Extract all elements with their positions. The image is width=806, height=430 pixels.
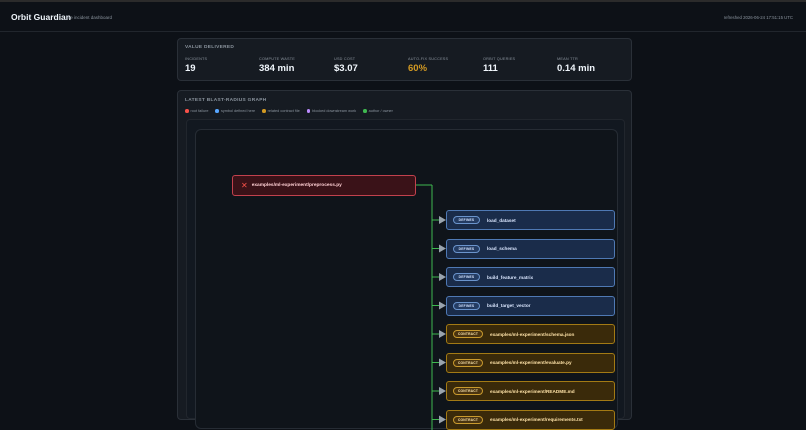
refreshed-timestamp: refreshed 2026-06-24 17:51:15 UTC [723,15,793,20]
graph-legend: root failure symbol defined here related c… [185,109,393,113]
metric-label: MEAN TTR [557,57,578,61]
edge-arrow-icon [439,415,446,424]
defines-node[interactable]: DEFINES load_schema [446,238,615,259]
legend-item: symbol defined here [215,109,255,113]
edge-arrow-icon [439,244,446,253]
edge-arrow-icon [439,387,446,395]
edge-lines [416,184,441,430]
contract-node[interactable]: CONTRACT examples/ml-experiment/README.md [446,381,615,401]
defines-badge: DEFINES [453,301,480,310]
contract-badge: CONTRACT [453,330,483,338]
top-bar: Orbit Guardian live incident dashboard r… [0,0,806,32]
node-label: examples/ml-experiment/requirements.txt [490,417,583,422]
graph-title: LATEST BLAST-RADIUS GRAPH [185,98,267,103]
contract-node[interactable]: CONTRACT examples/ml-experiment/evaluate.… [446,352,615,373]
legend-item: related contract file [262,109,300,113]
defines-node[interactable]: DEFINES build_feature_matrix [446,267,615,287]
edge-arrow-icon [439,273,446,281]
metric-auto-fix-success: AUTO-FIX SUCCESS 60% [408,57,448,74]
metric-compute-waste: COMPUTE WASTE 384 min [259,57,295,74]
metric-label: AUTO-FIX SUCCESS [408,57,449,61]
legend-item: root failure [185,109,208,113]
defines-badge: DEFINES [453,216,480,224]
legend-dot-icon [306,109,311,113]
metric-value: 0.14 min [557,63,596,74]
contract-node[interactable]: CONTRACT examples/ml-experiment/schema.js… [446,324,615,344]
blast-radius-graph-card: LATEST BLAST-RADIUS GRAPH root failure sy… [177,90,632,430]
metric-label: COMPUTE WASTE [259,57,295,61]
graph-canvas: ✕ examples/ml-experiment/preprocess.py D… [195,129,618,430]
edge-arrow-icon [439,301,446,310]
edge-arrow-icon [439,330,446,338]
node-label: examples/ml-experiment/schema.json [490,331,575,337]
legend-dot-icon [262,109,266,113]
defines-badge: DEFINES [453,273,480,281]
metric-value: 384 min [259,63,295,74]
value-delivered-card: VALUE DELIVERED INCIDENTS 19 COMPUTE WAS… [177,38,632,81]
legend-item: author / owner [363,109,393,113]
metric-mean-ttr: MEAN TTR 0.14 min [557,57,595,74]
graph-frame: ✕ examples/ml-experiment/preprocess.py D… [186,119,625,430]
root-node-label: examples/ml-experiment/preprocess.py [251,183,342,188]
contract-node[interactable]: CONTRACT examples/ml-experiment/requireme… [446,409,615,430]
edge-arrow-icon [439,358,446,367]
legend-dot-icon [363,109,367,113]
metric-incidents: INCIDENTS 19 [185,57,207,74]
metric-value: 111 [483,63,498,74]
contract-badge: CONTRACT [453,358,483,367]
legend-label: related contract file [267,109,300,113]
node-label: build_target_vector [487,303,531,308]
root-failure-node[interactable]: ✕ examples/ml-experiment/preprocess.py [232,175,416,196]
metric-value: $3.07 [334,63,358,74]
edge-arrow-icon [439,216,446,224]
app-subtitle: live incident dashboard [66,15,113,20]
metric-usd-cost: USD COST $3.07 [334,57,358,74]
legend-label: author / owner [368,109,393,113]
metric-value: 60% [408,63,428,74]
metric-value: 19 [185,63,196,74]
node-label: load_schema [487,246,517,251]
x-icon: ✕ [241,180,248,190]
defines-badge: DEFINES [453,244,480,253]
node-label: build_feature_matrix [487,274,534,280]
node-label: examples/ml-experiment/README.md [490,388,575,394]
legend-label: symbol defined here [220,109,256,113]
metric-label: ORBIT QUERIES [483,57,516,61]
metric-label: USD COST [334,57,356,61]
app-title: Orbit Guardian [11,12,71,22]
legend-label: root failure [190,109,209,113]
metric-label: INCIDENTS [185,57,208,61]
defines-node[interactable]: DEFINES build_target_vector [446,295,615,316]
value-delivered-title: VALUE DELIVERED [185,45,235,50]
node-label: load_dataset [487,217,516,223]
contract-badge: CONTRACT [453,415,483,424]
metric-orbit-queries: ORBIT QUERIES 111 [483,57,515,74]
legend-label: blocked downstream work [312,109,357,113]
contract-badge: CONTRACT [453,387,483,395]
legend-item: blocked downstream work [306,109,357,113]
node-label: examples/ml-experiment/evaluate.py [490,360,572,365]
legend-dot-icon [185,109,189,113]
defines-node[interactable]: DEFINES load_dataset [446,210,615,230]
legend-dot-icon [215,109,219,113]
